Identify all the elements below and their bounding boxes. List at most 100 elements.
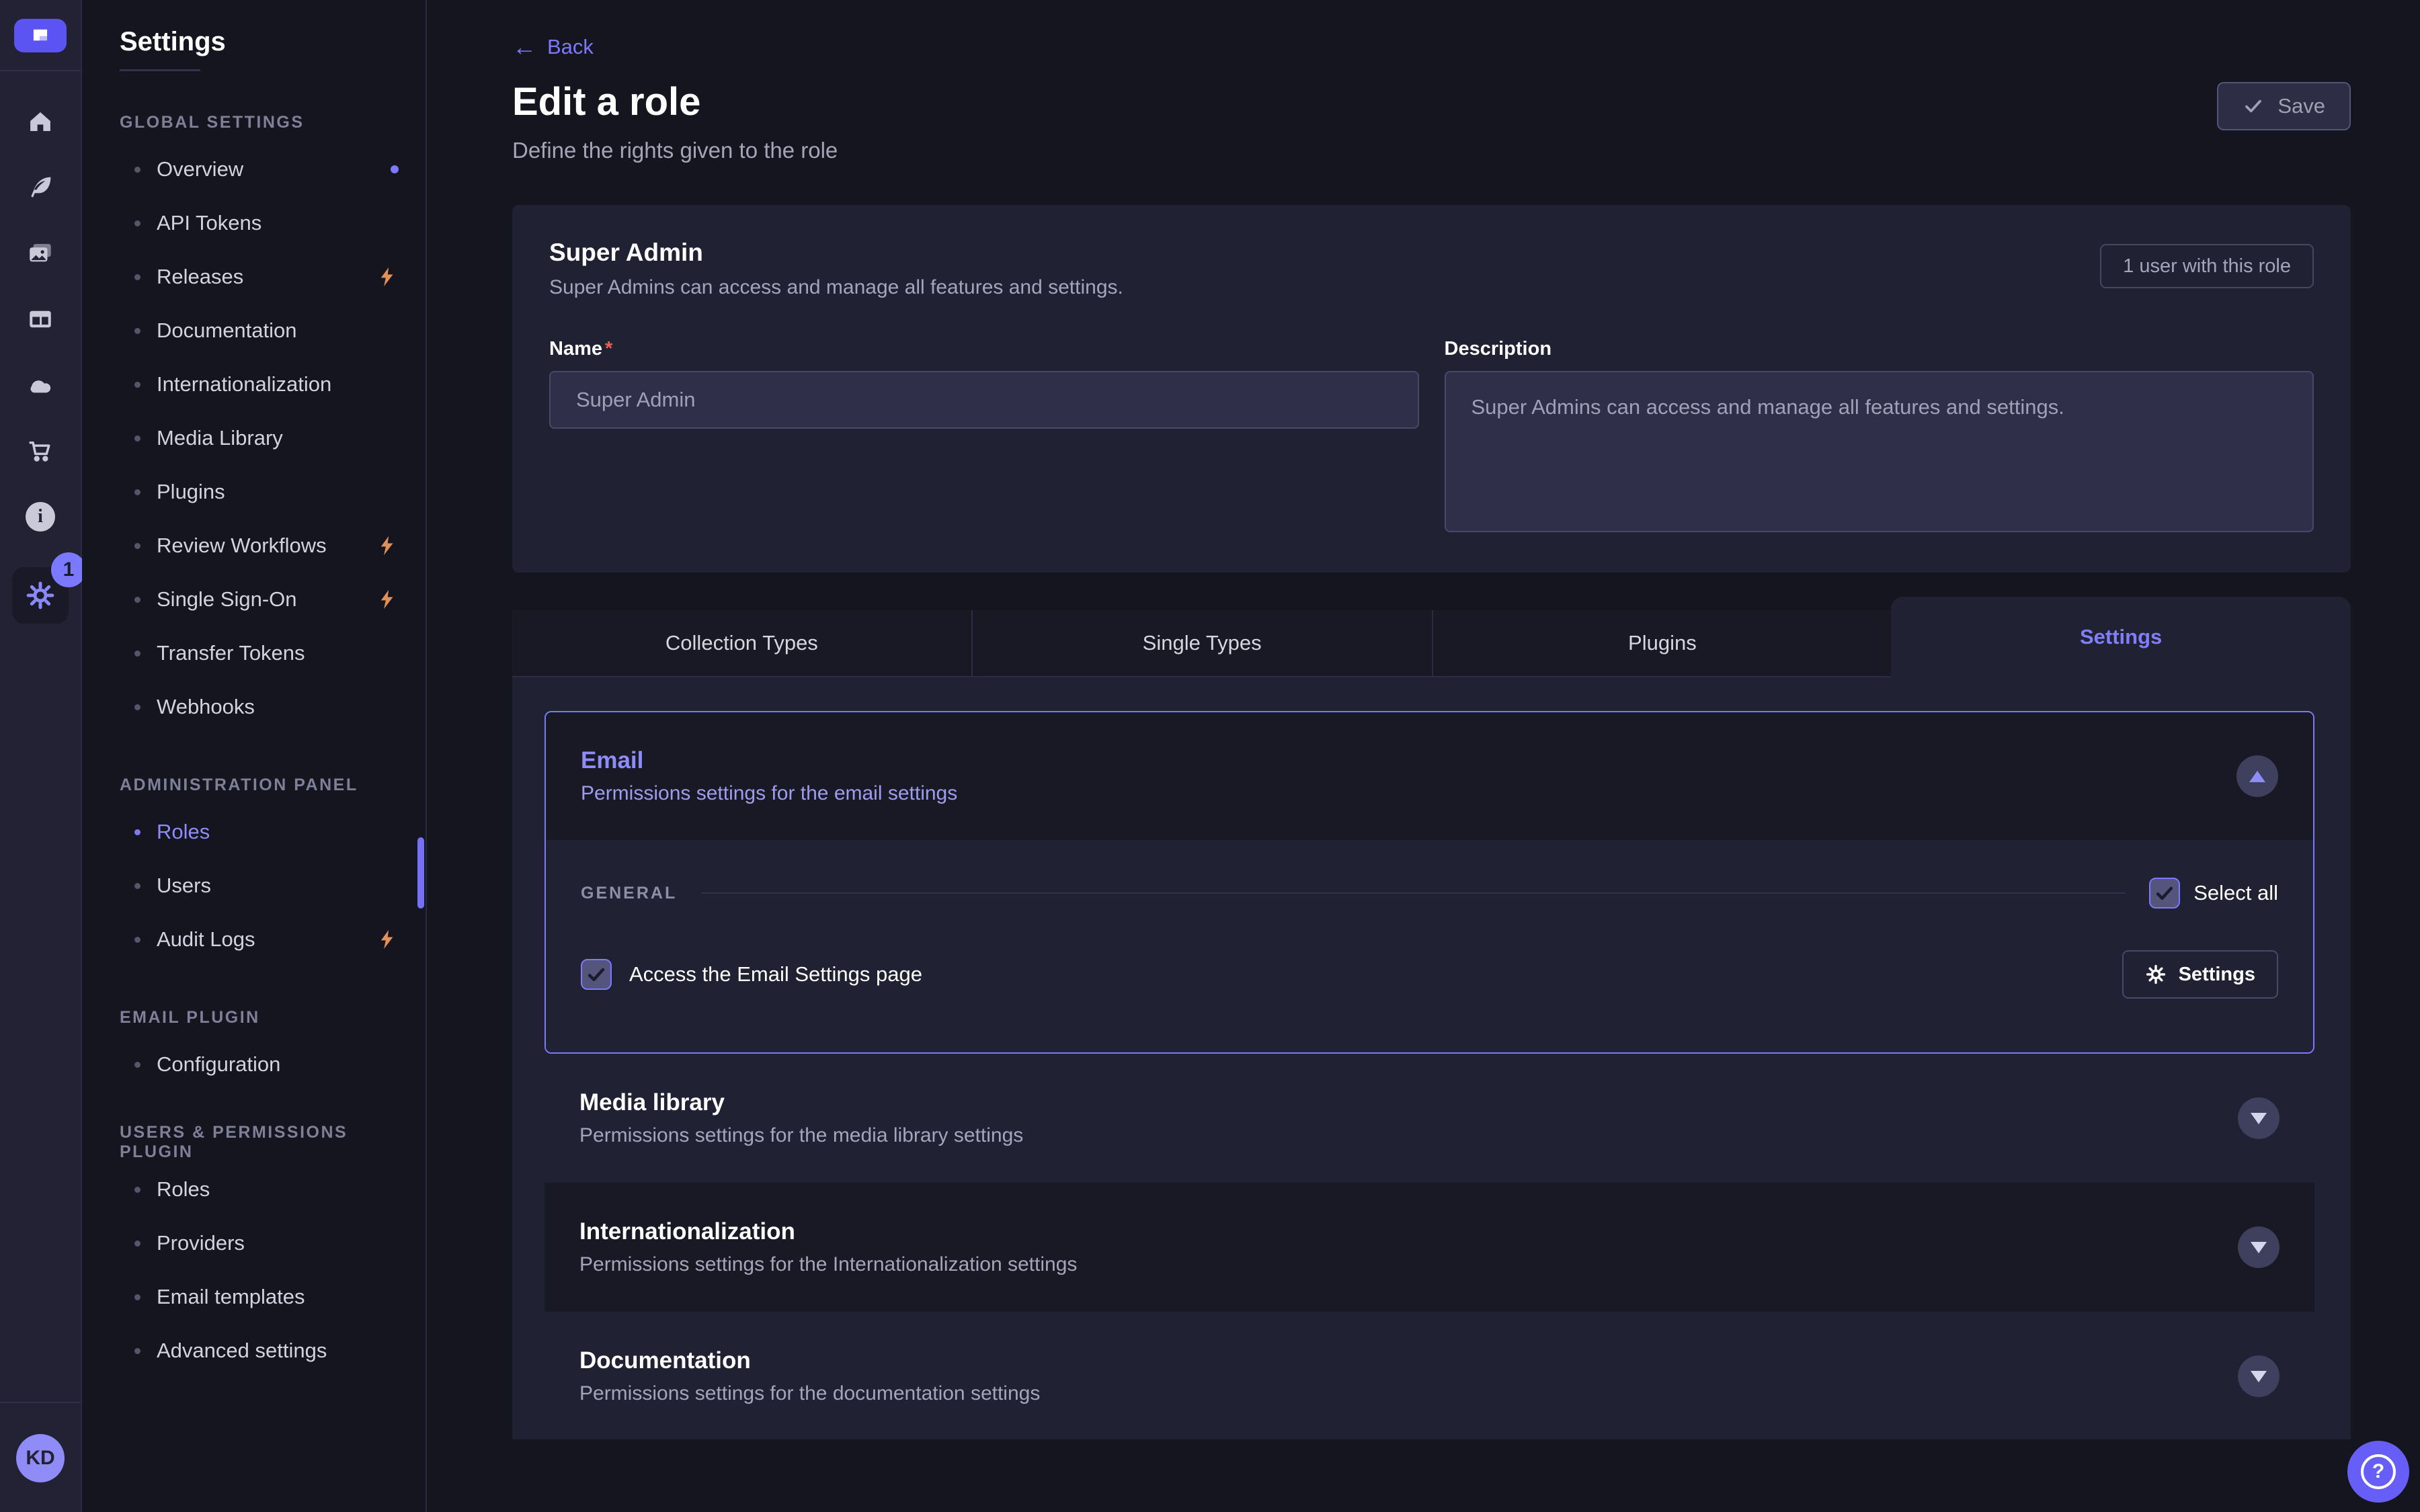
role-subtitle: Super Admins can access and manage all f… xyxy=(549,276,1123,299)
accordion-internationalization[interactable]: Internationalization Permissions setting… xyxy=(544,1183,2314,1312)
sidebar-item-review-workflows[interactable]: Review Workflows xyxy=(82,519,426,573)
cloud-icon[interactable] xyxy=(25,370,56,401)
accordion-media-library[interactable]: Media library Permissions settings for t… xyxy=(544,1054,2314,1183)
gear-icon xyxy=(2145,964,2167,985)
lightning-icon xyxy=(376,265,399,288)
sidebar-item-releases[interactable]: Releases xyxy=(82,250,426,304)
main-content: ← Back Edit a role Define the rights giv… xyxy=(427,0,2420,1512)
accordion-email-body: GENERAL Select all Access the Email Sett… xyxy=(546,840,2313,1052)
select-all-checkbox[interactable] xyxy=(2149,878,2180,909)
name-field[interactable] xyxy=(549,371,1419,429)
section-email-plugin: EMAIL PLUGIN xyxy=(82,1004,426,1031)
role-card: Super Admin Super Admins can access and … xyxy=(512,205,2351,573)
sidebar-item-email-templates[interactable]: Email templates xyxy=(82,1270,426,1324)
tab-single-types[interactable]: Single Types xyxy=(973,610,1433,677)
section-users-permissions-plugin: USERS & PERMISSIONS PLUGIN xyxy=(82,1129,426,1156)
sidebar-item-configuration[interactable]: Configuration xyxy=(82,1038,426,1091)
sidebar-item-transfer-tokens[interactable]: Transfer Tokens xyxy=(82,626,426,680)
lightning-icon xyxy=(376,534,399,557)
sidebar-item-roles-admin[interactable]: Roles xyxy=(82,805,426,859)
strapi-logo[interactable] xyxy=(14,19,67,52)
accordion-email: Email Permissions settings for the email… xyxy=(544,711,2314,1054)
expand-button[interactable] xyxy=(2238,1226,2280,1268)
role-title: Super Admin xyxy=(549,239,1123,267)
bullet-icon xyxy=(134,489,140,495)
bullet-icon xyxy=(134,883,140,889)
bullet-icon xyxy=(134,1241,140,1247)
permission-label: Access the Email Settings page xyxy=(629,962,922,986)
back-link[interactable]: ← Back xyxy=(512,35,594,59)
section-administration-panel: ADMINISTRATION PANEL xyxy=(82,771,426,798)
sidebar-item-audit-logs[interactable]: Audit Logs xyxy=(82,913,426,966)
rail-divider-bottom xyxy=(0,1402,81,1403)
accordion-subtitle: Permissions settings for the email setti… xyxy=(581,782,957,805)
sidebar-item-advanced-settings[interactable]: Advanced settings xyxy=(82,1324,426,1378)
settings-rail-button[interactable]: 1 xyxy=(12,567,69,624)
chevron-down-icon xyxy=(2251,1242,2267,1253)
overview-notification-dot xyxy=(391,165,399,173)
media-library-icon[interactable] xyxy=(25,238,56,269)
bullet-icon xyxy=(134,328,140,334)
accordion-documentation[interactable]: Documentation Permissions settings for t… xyxy=(544,1312,2314,1439)
tab-settings[interactable]: Settings xyxy=(1891,597,2351,677)
tab-collection-types[interactable]: Collection Types xyxy=(512,610,973,677)
check-icon xyxy=(2243,95,2264,117)
bullet-icon xyxy=(134,650,140,657)
bullet-icon xyxy=(134,597,140,603)
tab-plugins[interactable]: Plugins xyxy=(1433,610,1892,677)
content-manager-icon[interactable] xyxy=(25,172,56,203)
bullet-icon xyxy=(134,435,140,442)
permissions-tabs: Collection Types Single Types Plugins Se… xyxy=(512,610,2351,677)
home-icon[interactable] xyxy=(25,106,56,137)
info-icon[interactable]: i xyxy=(25,501,56,532)
accordion-email-header[interactable]: Email Permissions settings for the email… xyxy=(546,712,2313,840)
bullet-icon xyxy=(134,220,140,226)
bullet-icon xyxy=(134,1062,140,1068)
expand-button[interactable] xyxy=(2238,1355,2280,1397)
sidebar-item-roles-up[interactable]: Roles xyxy=(82,1163,426,1216)
sidebar-item-plugins[interactable]: Plugins xyxy=(82,465,426,519)
help-button[interactable]: ? xyxy=(2347,1441,2409,1503)
save-button[interactable]: Save xyxy=(2217,82,2351,130)
marketplace-icon[interactable] xyxy=(25,435,56,466)
accordion-title: Email xyxy=(581,747,957,774)
email-settings-button[interactable]: Settings xyxy=(2122,950,2278,999)
sidebar-item-providers[interactable]: Providers xyxy=(82,1216,426,1270)
page-subtitle: Define the rights given to the role xyxy=(512,138,2351,163)
sidebar-item-webhooks[interactable]: Webhooks xyxy=(82,680,426,734)
sidebar-item-media-library[interactable]: Media Library xyxy=(82,411,426,465)
description-label: Description xyxy=(1445,338,1552,360)
select-all-label: Select all xyxy=(2193,881,2278,905)
bullet-icon xyxy=(134,1348,140,1354)
subnav-title: Settings xyxy=(82,27,426,57)
bullet-icon xyxy=(134,1294,140,1300)
collapse-button[interactable] xyxy=(2236,755,2278,797)
strapi-logo-icon xyxy=(26,21,55,50)
section-global-settings: GLOBAL SETTINGS xyxy=(82,109,426,136)
sidebar-item-single-sign-on[interactable]: Single Sign-On xyxy=(82,573,426,626)
permission-checkbox[interactable] xyxy=(581,959,612,990)
rail-divider-top xyxy=(0,70,81,71)
sidebar-item-documentation[interactable]: Documentation xyxy=(82,304,426,358)
required-asterisk: * xyxy=(605,338,612,360)
check-icon xyxy=(2153,882,2176,905)
notification-badge: 1 xyxy=(51,552,86,587)
back-arrow-icon: ← xyxy=(512,35,536,59)
bullet-icon xyxy=(134,829,140,835)
bullet-icon xyxy=(134,167,140,173)
subnav-scrollbar[interactable] xyxy=(417,837,424,909)
sidebar-item-api-tokens[interactable]: API Tokens xyxy=(82,196,426,250)
expand-button[interactable] xyxy=(2238,1097,2280,1139)
avatar[interactable]: KD xyxy=(16,1434,65,1482)
content-type-builder-icon[interactable] xyxy=(25,304,56,335)
users-with-role-button[interactable]: 1 user with this role xyxy=(2100,244,2314,288)
gear-icon xyxy=(25,580,56,611)
sidebar-item-overview[interactable]: Overview xyxy=(82,142,426,196)
page-title: Edit a role xyxy=(512,79,2351,124)
description-field[interactable]: Super Admins can access and manage all f… xyxy=(1445,371,2314,532)
sidebar-item-users[interactable]: Users xyxy=(82,859,426,913)
sidebar-item-internationalization[interactable]: Internationalization xyxy=(82,358,426,411)
chevron-down-icon xyxy=(2251,1113,2267,1124)
section-divider xyxy=(701,892,2125,894)
chevron-up-icon xyxy=(2249,771,2265,782)
